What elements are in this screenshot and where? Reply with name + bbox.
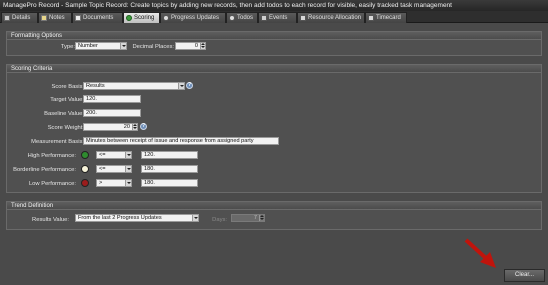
high-performance-color-icon[interactable] (81, 151, 89, 159)
arrow-head (480, 252, 496, 268)
todos-icon (229, 15, 235, 21)
chevron-down-icon[interactable] (120, 43, 126, 49)
chevron-down-icon[interactable] (125, 152, 131, 158)
events-icon (261, 15, 267, 21)
score-basis-label: Score Basis: (51, 84, 84, 90)
tab-events[interactable]: Events (258, 12, 297, 23)
tab-label: Details (12, 15, 31, 21)
trend-definition-header: Trend Definition (6, 201, 542, 210)
decimal-places-value: 0 (194, 43, 198, 49)
tab-todos[interactable]: Todos (226, 12, 258, 23)
type-select[interactable]: Number (75, 42, 127, 50)
scoring-criteria-panel: Score Basis: Results ? Target Value: 120… (6, 73, 542, 193)
window-title: ManagePro Record - Sample Topic Record: … (0, 0, 548, 11)
target-value-field[interactable]: 120. (83, 95, 141, 103)
results-value-label: Results Value: (32, 217, 69, 223)
tab-bar: Details Notes Documents Scoring Progress… (0, 11, 548, 23)
measurement-basis-label: Measurement Basis: (31, 139, 84, 145)
chevron-down-icon[interactable] (125, 166, 131, 172)
tab-resource-allocation[interactable]: Resource Allocation (297, 12, 365, 23)
low-performance-label: Low Performance: (28, 181, 76, 187)
tab-notes[interactable]: Notes (38, 12, 72, 23)
help-icon[interactable]: ? (186, 82, 193, 89)
score-weight-stepper[interactable]: 20 (83, 123, 138, 131)
spinner-icon[interactable] (132, 124, 137, 130)
borderline-operator-value: <= (99, 166, 106, 172)
tab-label: Documents (83, 15, 114, 21)
arrow-shaft (464, 238, 491, 263)
decimal-places-stepper[interactable]: 0 (175, 42, 206, 50)
results-value-text: From the last 2 Progress Updates (78, 215, 162, 221)
tab-documents[interactable]: Documents (72, 12, 123, 23)
spinner-icon[interactable] (259, 215, 264, 221)
high-performance-operator[interactable]: <= (96, 151, 132, 159)
progress-icon (163, 15, 169, 21)
tab-label: Notes (49, 15, 65, 21)
resource-icon (300, 15, 306, 21)
tab-details[interactable]: Details (1, 12, 38, 23)
timecard-icon (368, 15, 374, 21)
formatting-options-header: Formatting Options (6, 31, 542, 40)
documents-icon (75, 15, 81, 21)
low-performance-color-icon[interactable] (81, 179, 89, 187)
borderline-performance-operator[interactable]: <= (96, 165, 132, 173)
tab-label: Events (269, 15, 288, 21)
type-label: Type: (60, 44, 75, 50)
type-value: Number (78, 43, 98, 49)
high-operator-value: <= (99, 152, 106, 158)
scoring-icon (126, 15, 132, 21)
results-value-select[interactable]: From the last 2 Progress Updates (75, 214, 199, 222)
score-weight-label: Score Weight: (47, 125, 84, 131)
tab-label: Todos (237, 15, 254, 21)
tab-label: Progress Updates (171, 15, 220, 21)
chevron-down-icon[interactable] (178, 83, 184, 89)
borderline-performance-color-icon[interactable] (81, 165, 89, 173)
high-performance-label: High Performance: (27, 153, 76, 159)
chevron-down-icon[interactable] (125, 180, 131, 186)
spinner-icon[interactable] (200, 43, 205, 49)
score-basis-select[interactable]: Results (83, 82, 185, 90)
decimal-places-label: Decimal Places: (132, 44, 174, 50)
tab-timecard[interactable]: Timecard (365, 12, 407, 23)
help-icon[interactable]: ? (140, 123, 147, 130)
trend-definition-panel: Results Value: From the last 2 Progress … (6, 210, 542, 230)
measurement-basis-field[interactable]: Minutes between receipt of issue and res… (83, 137, 279, 145)
days-stepper[interactable]: 7 (231, 214, 265, 222)
clear-button[interactable]: Clear... (504, 269, 545, 282)
tab-label: Scoring (134, 15, 155, 21)
chevron-down-icon[interactable] (192, 215, 198, 221)
tab-label: Resource Allocation (308, 15, 362, 21)
score-basis-value: Results (86, 83, 105, 89)
borderline-performance-value[interactable]: 180. (141, 165, 198, 173)
days-value: 7 (253, 215, 257, 221)
formatting-options-panel: Type: Number Decimal Places: 0 (6, 40, 542, 56)
notes-icon (41, 15, 47, 21)
low-operator-value: > (99, 180, 103, 186)
tab-progress-updates[interactable]: Progress Updates (160, 12, 226, 23)
target-value-label: Target Value: (50, 97, 84, 103)
low-performance-value[interactable]: 180. (141, 179, 198, 187)
tab-scoring[interactable]: Scoring (123, 12, 160, 23)
days-label: Days: (212, 217, 227, 223)
baseline-value-field[interactable]: 200. (83, 109, 141, 117)
details-icon (4, 15, 10, 21)
tab-label: Timecard (376, 15, 401, 21)
high-performance-value[interactable]: 120. (141, 151, 198, 159)
baseline-value-label: Baseline Value: (44, 111, 84, 117)
scoring-criteria-header: Scoring Criteria (6, 64, 542, 73)
borderline-performance-label: Borderline Performance: (13, 167, 76, 173)
score-weight-value: 20 (123, 124, 130, 130)
low-performance-operator[interactable]: > (96, 179, 132, 187)
